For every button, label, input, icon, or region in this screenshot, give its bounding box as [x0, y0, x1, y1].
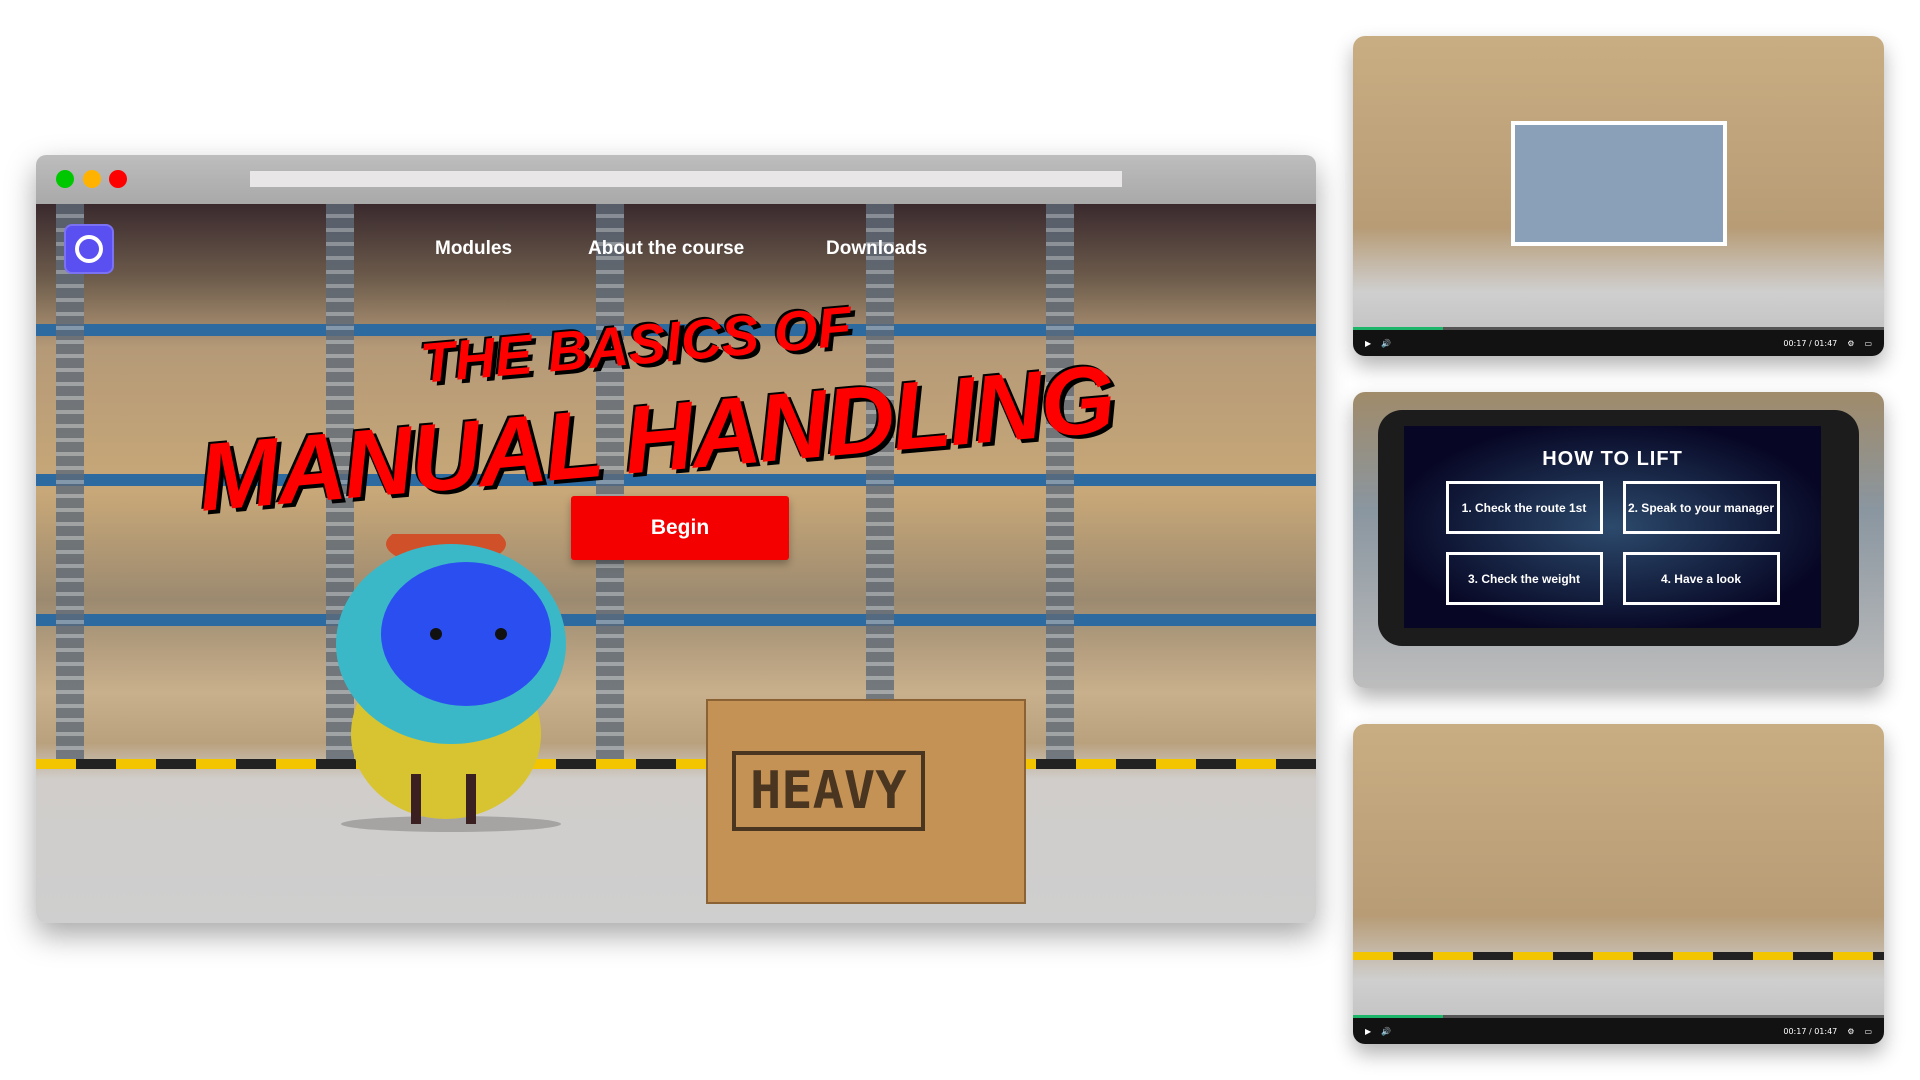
- settings-gear-icon[interactable]: ⚙: [1847, 339, 1854, 348]
- fullscreen-icon[interactable]: ▭: [1864, 339, 1872, 348]
- video-thumbnail-inset: [1511, 121, 1727, 246]
- settings-gear-icon[interactable]: ⚙: [1847, 1027, 1854, 1036]
- quiz-option-2[interactable]: 2. Speak to your manager: [1622, 481, 1780, 534]
- video-preview-1[interactable]: ▶ 🔊 00:17 / 01:47 ⚙ ▭: [1353, 36, 1884, 356]
- volume-icon[interactable]: 🔊: [1381, 339, 1391, 348]
- video-time: 00:17 / 01:47: [1783, 338, 1838, 348]
- begin-button[interactable]: Begin: [571, 496, 789, 560]
- hero-section: Modules About the course Downloads THE B…: [36, 204, 1316, 923]
- nav-about-the-course[interactable]: About the course: [588, 238, 744, 260]
- quiz-option-3[interactable]: 3. Check the weight: [1445, 552, 1603, 605]
- play-icon[interactable]: ▶: [1365, 1027, 1371, 1036]
- video-controls: ▶ 🔊 00:17 / 01:47 ⚙ ▭: [1353, 1018, 1884, 1044]
- tablet-frame: HOW TO LIFT 1. Check the route 1st 2. Sp…: [1378, 410, 1859, 646]
- tablet-screen: HOW TO LIFT 1. Check the route 1st 2. Sp…: [1404, 426, 1821, 628]
- nav-modules[interactable]: Modules: [435, 238, 512, 260]
- quiz-preview: HOW TO LIFT 1. Check the route 1st 2. Sp…: [1353, 392, 1884, 688]
- quiz-title: HOW TO LIFT: [1542, 448, 1683, 470]
- window-dot-red[interactable]: [109, 170, 127, 188]
- nav-downloads[interactable]: Downloads: [826, 238, 927, 260]
- browser-titlebar: [36, 155, 1316, 204]
- video-controls: ▶ 🔊 00:17 / 01:47 ⚙ ▭: [1353, 330, 1884, 356]
- app-logo[interactable]: [64, 224, 114, 274]
- browser-window: Modules About the course Downloads THE B…: [36, 155, 1316, 923]
- video-preview-2[interactable]: ▶ 🔊 00:17 / 01:47 ⚙ ▭: [1353, 724, 1884, 1044]
- robot-face-icon: [75, 235, 103, 263]
- quiz-option-4[interactable]: 4. Have a look: [1622, 552, 1780, 605]
- heavy-box-illustration: HEAVY: [706, 699, 1026, 904]
- window-dot-green[interactable]: [56, 170, 74, 188]
- play-icon[interactable]: ▶: [1365, 339, 1371, 348]
- window-dot-yellow[interactable]: [83, 170, 101, 188]
- video-time: 00:17 / 01:47: [1783, 1026, 1838, 1036]
- address-bar[interactable]: [250, 171, 1122, 187]
- fullscreen-icon[interactable]: ▭: [1864, 1027, 1872, 1036]
- quiz-option-1[interactable]: 1. Check the route 1st: [1445, 481, 1603, 534]
- mascot-character: [336, 534, 566, 832]
- volume-icon[interactable]: 🔊: [1381, 1027, 1391, 1036]
